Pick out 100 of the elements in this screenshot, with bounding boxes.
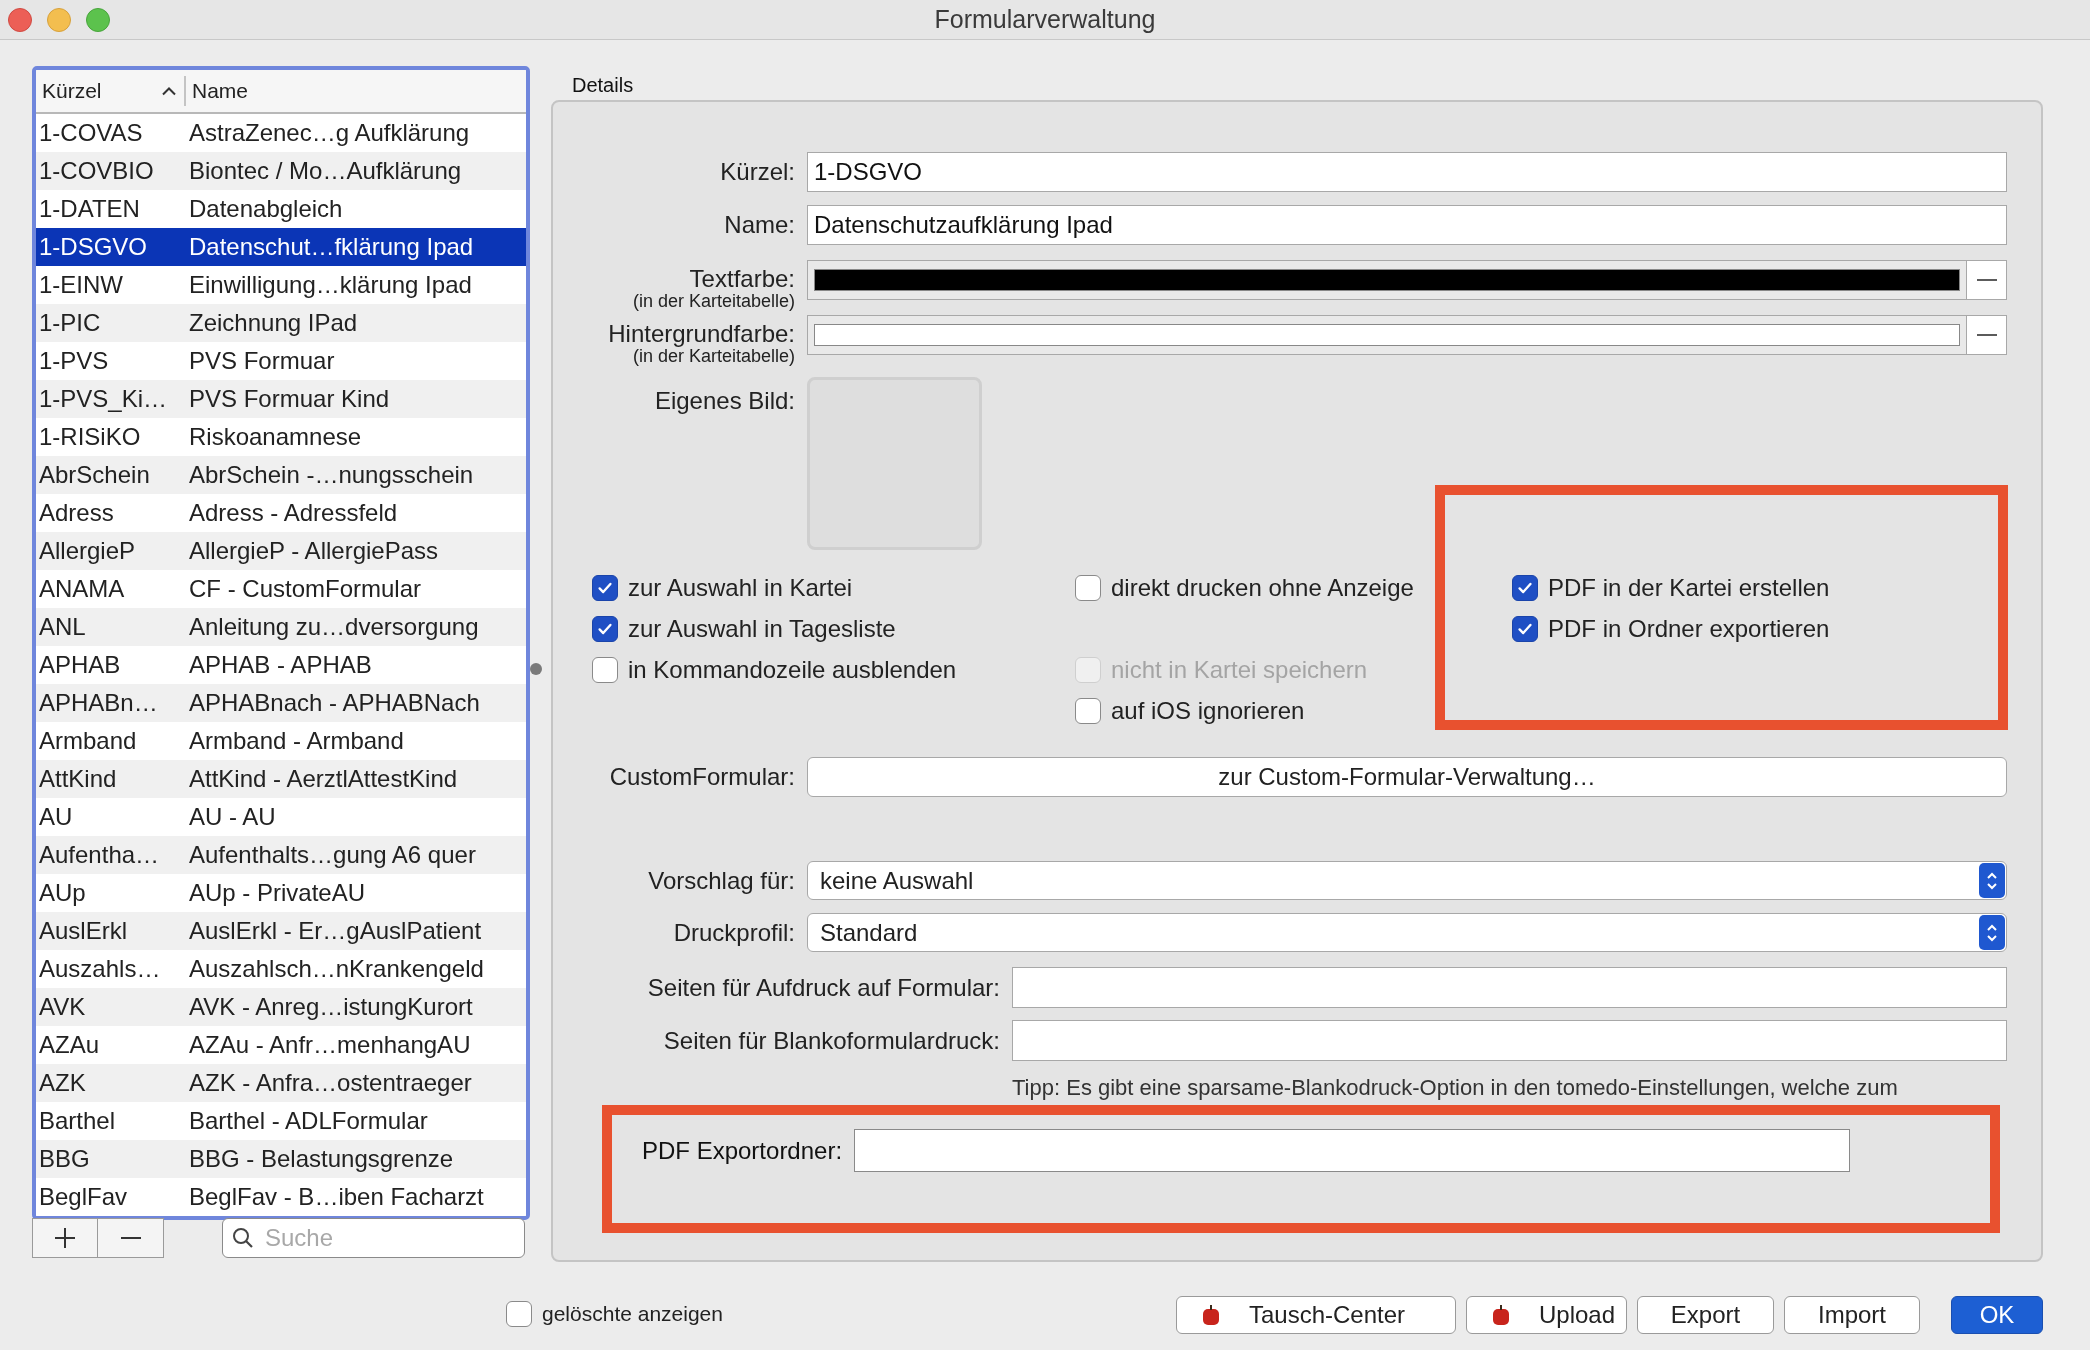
table-row[interactable]: AuslErkl AuslErkl - Er…gAuslPatient: [36, 912, 526, 950]
fruit-icon: [1491, 1304, 1511, 1326]
table-row[interactable]: 1-COVBIO Biontec / Mo…Aufklärung: [36, 152, 526, 190]
table-cell-text: AllergieP - AllergiePass: [188, 536, 438, 566]
checkbox[interactable]: [592, 574, 618, 601]
checkbox-label: PDF in Ordner exportieren: [1548, 613, 1830, 644]
table-row[interactable]: ANL Anleitung zu…dversorgung: [36, 608, 526, 646]
table-row[interactable]: AllergieP AllergieP - AllergiePass: [36, 532, 526, 570]
table-cell-text: Armband - Armband: [188, 726, 404, 756]
zoom-button[interactable]: [86, 8, 110, 32]
window-title: Formularverwaltung: [934, 3, 1156, 35]
updown-arrows-icon: [1979, 863, 2005, 898]
fruit-icon: [1201, 1304, 1221, 1326]
checkbox[interactable]: [506, 1300, 532, 1327]
table-cell-text: AZAu: [38, 1030, 101, 1060]
table-cell-text: Barthel - ADLFormular: [188, 1106, 428, 1136]
table-cell-text: Riskoanamnese: [188, 422, 362, 452]
table-cell-text: Adress - Adressfeld: [188, 498, 398, 528]
table-cell-text: Auszahls…: [38, 954, 162, 984]
action-button[interactable]: Tausch-Center: [1176, 1296, 1456, 1334]
column-header[interactable]: Kürzel: [36, 76, 186, 106]
table-row[interactable]: AttKind AttKind - AerztlAttestKind: [36, 760, 526, 798]
text-field[interactable]: [1012, 1020, 2007, 1061]
checkbox[interactable]: [1512, 615, 1538, 642]
field-label: Druckprofil:: [672, 917, 795, 948]
field-label: Eigenes Bild:: [653, 386, 795, 416]
table-cell-text: 1-COVAS: [38, 118, 144, 148]
field-label: Textfarbe:: [689, 266, 795, 292]
table-cell-text: Auszahlsch…nKrankengeld: [188, 954, 484, 984]
table-cell-text: 1-EINW: [38, 270, 124, 300]
text-field[interactable]: [854, 1129, 1851, 1172]
checkbox[interactable]: [1075, 574, 1101, 601]
field-label: Seiten für Blankoformulardruck:: [662, 1025, 1000, 1056]
search-field[interactable]: Suche: [222, 1218, 525, 1258]
text-field[interactable]: Datenschutzaufklärung Ipad: [807, 205, 2007, 245]
clear-color-button[interactable]: [1967, 260, 2007, 300]
field-hint: (in der Karteitabelle): [632, 292, 795, 310]
minus-icon: [118, 1237, 143, 1239]
table-cell-text: 1-DSGVO: [38, 232, 149, 262]
table-cell-text: Anleitung zu…dversorgung: [188, 612, 479, 642]
text-field[interactable]: 1-DSGVO: [807, 152, 2007, 192]
checkbox-label: direkt drucken ohne Anzeige: [1111, 572, 1414, 603]
table-row[interactable]: 1-PIC Zeichnung IPad: [36, 304, 526, 342]
table-cell-text: Zeichnung IPad: [188, 308, 358, 338]
table-cell-text: AU: [38, 802, 74, 832]
action-button[interactable]: Export: [1637, 1296, 1774, 1334]
tip-text: Tipp: Es gibt eine sparsame-Blankodruck-Option in den tomedo-Einstellungen, welche zum: [1012, 1074, 1898, 1102]
checkbox[interactable]: [1075, 697, 1101, 724]
action-button[interactable]: Import: [1784, 1296, 1920, 1334]
text-field[interactable]: [1012, 967, 2007, 1008]
checkbox[interactable]: [592, 656, 618, 683]
table-cell-text: APHABn…: [38, 688, 159, 718]
field-label: Seiten für Aufdruck auf Formular:: [646, 972, 1000, 1003]
table-cell-text: AUp: [38, 878, 87, 908]
dropdown[interactable]: keine Auswahl: [807, 861, 2007, 900]
clear-color-button[interactable]: [1967, 315, 2007, 355]
field-label: PDF Exportordner:: [642, 1135, 843, 1166]
ok-button[interactable]: OK: [1951, 1296, 2043, 1334]
close-button[interactable]: [8, 8, 32, 32]
table-row[interactable]: 1-PVS_Ki… PVS Formuar Kind: [36, 380, 526, 418]
table-row[interactable]: AVK AVK - Anreg…istungKurort: [36, 988, 526, 1026]
table-row[interactable]: BBG BBG - Belastungsgrenze: [36, 1140, 526, 1178]
table-cell-text: AVK - Anreg…istungKurort: [188, 992, 473, 1022]
checkbox-label: auf iOS ignorieren: [1111, 695, 1305, 726]
add-button[interactable]: [32, 1218, 98, 1258]
table-cell-text: Einwilligung…klärung Ipad: [188, 270, 472, 300]
field-label: Hintergrundfarbe:: [608, 321, 795, 347]
custom-form-button[interactable]: zur Custom-Formular-Verwaltung…: [807, 757, 2007, 797]
table-row[interactable]: APHABn… APHABnach - APHABNach: [36, 684, 526, 722]
table-cell-text: 1-DATEN: [38, 194, 141, 224]
table-cell-text: BBG: [38, 1144, 91, 1174]
table-row[interactable]: AZK AZK - Anfra…ostentraeger: [36, 1064, 526, 1102]
table-cell-text: Aufentha…: [38, 840, 161, 870]
color-well[interactable]: [807, 315, 1967, 355]
minimize-button[interactable]: [47, 8, 71, 32]
table-row[interactable]: AbrSchein AbrSchein -…nungsschein: [36, 456, 526, 494]
table-row[interactable]: Aufentha… Aufenthalts…gung A6 quer: [36, 836, 526, 874]
table-cell-text: 1-RISiKO: [38, 422, 142, 452]
split-handle[interactable]: [530, 663, 542, 675]
checkbox-label: nicht in Kartei speichern: [1111, 654, 1368, 685]
table-cell-text: AZAu - Anfr…menhangAU: [188, 1030, 471, 1060]
table-row[interactable]: 1-DSGVO Datenschut…fklärung Ipad: [36, 228, 526, 266]
checkbox[interactable]: [1512, 574, 1538, 601]
checkbox-label: zur Auswahl in Kartei: [628, 572, 853, 603]
dropdown[interactable]: Standard: [807, 913, 2007, 952]
group-title: Details: [571, 73, 634, 98]
table-cell-text: Aufenthalts…gung A6 quer: [188, 840, 476, 870]
table-cell-text: Datenabgleich: [188, 194, 343, 224]
column-header[interactable]: Name: [186, 70, 526, 112]
table-cell-text: Biontec / Mo…Aufklärung: [188, 156, 462, 186]
color-well[interactable]: [807, 260, 1967, 300]
action-button[interactable]: Upload: [1466, 1296, 1627, 1334]
field-label: CustomFormular:: [608, 762, 795, 792]
checkbox[interactable]: [592, 615, 618, 642]
table-cell-text: AbrSchein: [38, 460, 151, 490]
table-cell-text: AstraZenec…g Aufklärung: [188, 118, 470, 148]
table-cell-text: Barthel: [38, 1106, 117, 1136]
table-cell-text: 1-PVS_Ki…: [38, 384, 169, 414]
field-label: Vorschlag für:: [647, 865, 795, 896]
table-cell-text: APHAB: [38, 650, 122, 680]
